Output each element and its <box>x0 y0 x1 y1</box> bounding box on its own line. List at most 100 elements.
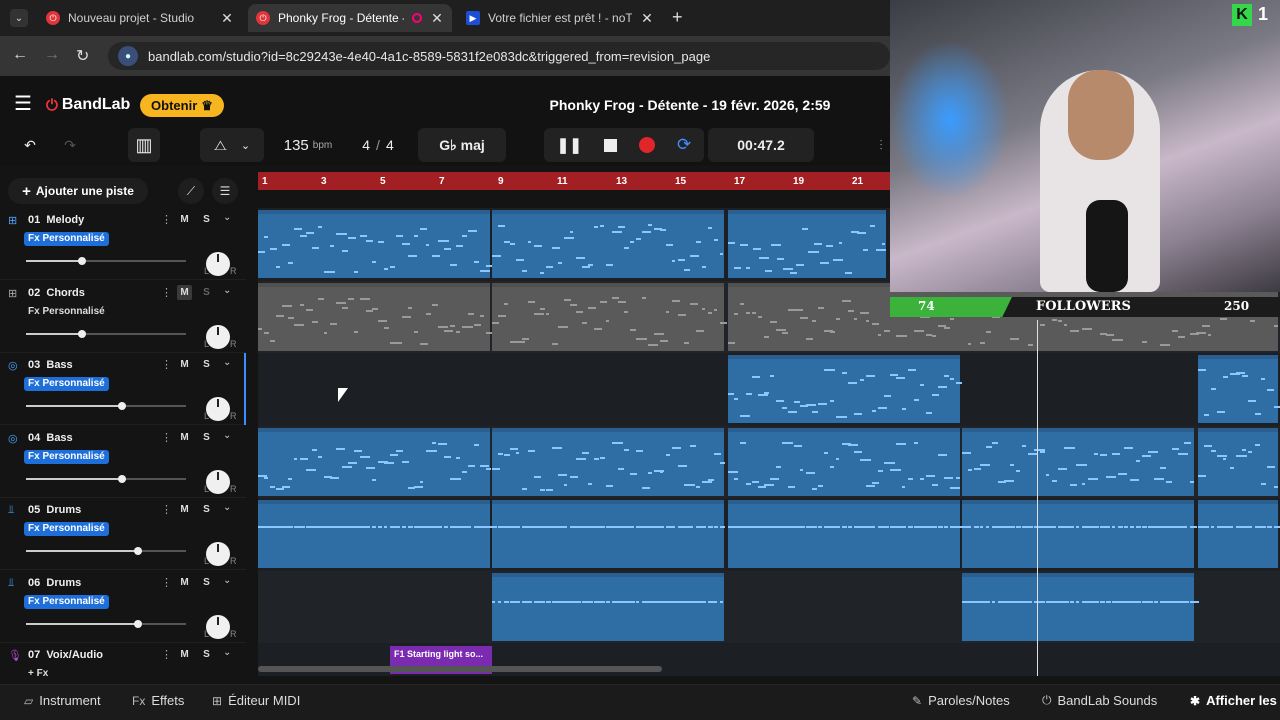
horizontal-scrollbar[interactable] <box>258 666 662 672</box>
close-tab-icon[interactable]: ✕ <box>640 10 654 27</box>
track-lane-3[interactable] <box>258 353 1280 425</box>
fx-button[interactable]: Fx Personnalisé <box>24 232 109 246</box>
close-tab-icon[interactable]: ✕ <box>430 10 444 27</box>
key-selector[interactable]: G♭ maj <box>418 128 506 162</box>
metronome-button[interactable]: ⧍ ⌄ <box>200 128 264 162</box>
more-options-icon[interactable]: ⋮ <box>161 358 172 371</box>
mute-button[interactable]: M <box>177 647 192 662</box>
midi-clip[interactable] <box>492 500 726 568</box>
track-header-03[interactable]: ◎ 03 Bass Fx Personnalisé ⋮ M S ⌄ L R <box>0 353 246 425</box>
chevron-down-icon[interactable]: ⌄ <box>223 212 231 223</box>
midi-clip[interactable] <box>1198 427 1279 496</box>
pan-knob[interactable] <box>206 324 230 349</box>
address-bar[interactable]: ● bandlab.com/studio?id=8c29243e-4e40-4a… <box>108 42 890 70</box>
mute-button[interactable]: M <box>177 212 192 227</box>
midi-clip[interactable] <box>728 427 961 496</box>
close-tab-icon[interactable]: ✕ <box>220 10 234 27</box>
reload-icon[interactable]: ↻ <box>76 46 89 66</box>
keyboard-icon[interactable]: ▥ <box>128 128 160 162</box>
pan-knob[interactable] <box>206 469 230 494</box>
mute-button[interactable]: M <box>177 430 192 445</box>
midi-clip[interactable] <box>492 282 727 351</box>
more-options-icon[interactable]: ⋮ <box>161 648 172 661</box>
midi-clip[interactable] <box>492 210 724 278</box>
volume-slider[interactable] <box>26 257 186 265</box>
mute-button[interactable]: M <box>177 575 192 590</box>
browser-tab-1[interactable]: ⏻ Nouveau projet - Studio ✕ <box>38 4 242 32</box>
track-lane-6[interactable] <box>258 570 1280 643</box>
volume-slider[interactable] <box>26 402 186 410</box>
midi-clip[interactable] <box>258 210 497 278</box>
tempo-field[interactable]: 135 bpm <box>268 128 348 162</box>
track-lane-4[interactable] <box>258 425 1280 498</box>
track-lane-5[interactable] <box>258 498 1280 570</box>
volume-slider[interactable] <box>26 474 186 483</box>
hamburger-menu-icon[interactable]: ☰ <box>14 94 34 114</box>
chevron-down-icon[interactable]: ⌄ <box>223 502 231 513</box>
chevron-down-icon[interactable]: ⌄ <box>223 575 231 586</box>
midi-editor-tab[interactable]: ⊞ Éditeur MIDI <box>212 693 300 708</box>
back-icon[interactable]: ← <box>12 46 28 64</box>
midi-clip[interactable] <box>1198 355 1280 423</box>
chevron-down-icon[interactable]: ⌄ <box>223 647 231 658</box>
fx-button[interactable]: Fx Personnalisé <box>24 594 109 609</box>
midi-clip[interactable] <box>492 572 724 641</box>
midi-clip[interactable] <box>728 210 887 278</box>
solo-button[interactable]: S <box>199 430 214 445</box>
midi-clip[interactable] <box>1198 500 1280 568</box>
undo-icon[interactable]: ↶ <box>14 128 46 162</box>
pan-knob[interactable] <box>206 542 230 566</box>
effets-tab[interactable]: Fx Effets <box>132 693 184 708</box>
midi-clip[interactable] <box>962 427 1195 496</box>
track-header-04[interactable]: ◎ 04 Bass Fx Personnalisé ⋮ M S ⌄ L R <box>0 426 246 498</box>
mute-button[interactable]: M <box>177 502 192 517</box>
track-header-05[interactable]: ⫫ 05 Drums Fx Personnalisé ⋮ M S ⌄ L R <box>0 498 246 570</box>
bandlab-logo[interactable]: ⏻ BandLab <box>46 96 130 114</box>
fx-button[interactable]: Fx Personnalisé <box>24 377 109 391</box>
fx-button[interactable]: Fx Personnalisé <box>24 305 109 319</box>
midi-clip[interactable] <box>728 500 963 568</box>
midi-clip[interactable] <box>258 282 496 351</box>
time-signature[interactable]: 4 / 4 <box>352 128 404 162</box>
more-options-icon[interactable]: ⋮ <box>161 213 172 226</box>
show-more-tab[interactable]: ✱ Afficher les <box>1190 693 1277 708</box>
bandlab-sounds-tab[interactable]: ⏻ BandLab Sounds <box>1042 693 1157 708</box>
chevron-down-icon[interactable]: ⌄ <box>223 357 231 368</box>
pan-knob[interactable] <box>206 252 230 276</box>
midi-clip[interactable] <box>492 427 725 496</box>
more-options-icon[interactable]: ⋮ <box>161 576 172 589</box>
more-options-icon[interactable]: ⋮ <box>161 286 172 299</box>
pan-knob[interactable] <box>206 397 230 421</box>
instrument-tab[interactable]: ▱ Instrument <box>24 693 101 708</box>
midi-clip[interactable] <box>728 355 963 423</box>
chevron-down-icon[interactable]: ⌄ <box>223 430 231 441</box>
more-options-icon[interactable]: ⋮ <box>161 431 172 444</box>
site-info-icon[interactable]: ● <box>118 46 138 66</box>
obtenir-button[interactable]: Obtenir ♛ <box>140 94 224 117</box>
track-header-06[interactable]: ⫫ 06 Drums Fx Personnalisé ⋮ M S ⌄ L R <box>0 571 246 643</box>
track-settings-icon[interactable]: ☰ <box>212 178 238 204</box>
midi-clip[interactable] <box>962 500 1197 568</box>
track-header-01[interactable]: ⊞ 01 Melody Fx Personnalisé ⋮ M S ⌄ L R <box>0 208 246 280</box>
forward-icon[interactable]: → <box>44 46 60 64</box>
record-icon[interactable] <box>638 137 655 153</box>
midi-clip[interactable] <box>962 572 1200 641</box>
mute-button[interactable]: M <box>177 357 192 372</box>
tab-list-icon[interactable]: ⌄ <box>10 9 28 27</box>
timeline-ruler[interactable]: 1 3 5 7 9 11 13 15 17 19 21 <box>258 172 898 190</box>
stop-icon[interactable] <box>603 138 617 152</box>
lyrics-notes-tab[interactable]: ✎ Paroles/Notes <box>912 693 1010 708</box>
pause-icon[interactable]: ❚❚ <box>557 136 582 154</box>
track-header-02[interactable]: ⊞ 02 Chords Fx Personnalisé ⋮ M S ⌄ L R <box>0 281 246 353</box>
midi-clip[interactable] <box>258 427 491 496</box>
add-track-button[interactable]: + Ajouter une piste <box>8 178 148 204</box>
volume-slider[interactable] <box>26 619 186 628</box>
solo-button[interactable]: S <box>199 285 214 300</box>
solo-button[interactable]: S <box>199 647 214 662</box>
volume-slider[interactable] <box>26 329 186 338</box>
fx-button[interactable]: + Fx <box>24 667 52 681</box>
fx-button[interactable]: Fx Personnalisé <box>24 522 109 536</box>
solo-button[interactable]: S <box>199 502 214 517</box>
browser-tab-3[interactable]: ▶ Votre fichier est prêt ! - noTube ✕ <box>458 4 662 32</box>
new-tab-icon[interactable]: + <box>672 7 683 28</box>
